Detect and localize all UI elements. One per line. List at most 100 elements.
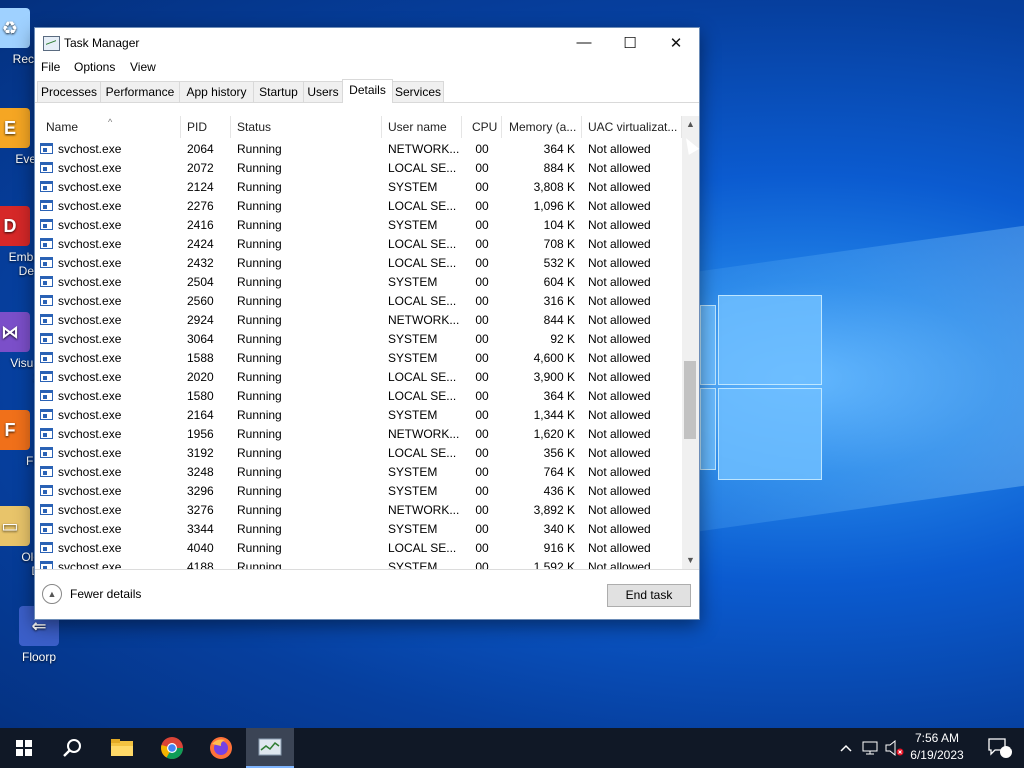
cell-name: svchost.exe — [58, 427, 122, 441]
tab-processes[interactable]: Processes — [37, 81, 101, 102]
vertical-scrollbar[interactable]: ▲ ▼ — [682, 116, 699, 569]
cell-memory: 364 K — [543, 142, 575, 156]
tab-details[interactable]: Details — [342, 79, 393, 103]
column-header-status[interactable]: Status — [231, 116, 382, 138]
cell-pid: 2924 — [187, 313, 214, 327]
table-row[interactable]: svchost.exe 2424 Running LOCAL SE... 00 708 K… — [35, 235, 683, 254]
table-row[interactable]: svchost.exe 2124 Running SYSTEM 00 3,808 K Not… — [35, 178, 683, 197]
chrome-button[interactable] — [148, 728, 196, 768]
cell-uac-virtualization: Not allowed — [588, 541, 651, 555]
menu-view[interactable]: View — [130, 60, 156, 74]
process-icon — [40, 504, 53, 515]
table-row[interactable]: svchost.exe 3344 Running SYSTEM 00 340 K Not a… — [35, 520, 683, 539]
table-row[interactable]: svchost.exe 2560 Running LOCAL SE... 00 316 K… — [35, 292, 683, 311]
process-icon — [40, 352, 53, 363]
process-icon — [40, 143, 53, 154]
cell-cpu: 00 — [475, 199, 489, 213]
cell-user-name: NETWORK... — [388, 427, 460, 441]
column-header-memory[interactable]: Memory (a... — [502, 116, 582, 138]
cell-status: Running — [237, 313, 282, 327]
action-center-button[interactable]: 2 — [976, 728, 1024, 768]
table-row[interactable]: svchost.exe 3248 Running SYSTEM 00 764 K Not a… — [35, 463, 683, 482]
table-row[interactable]: svchost.exe 2924 Running NETWORK... 00 844 K N… — [35, 311, 683, 330]
column-header-user-name[interactable]: User name — [382, 116, 462, 138]
table-row[interactable]: svchost.exe 4188 Running SYSTEM 00 1,592 K Not… — [35, 558, 683, 570]
table-row[interactable]: svchost.exe 2416 Running SYSTEM 00 104 K Not a… — [35, 216, 683, 235]
cell-cpu: 00 — [475, 541, 489, 555]
show-hidden-icons-button[interactable] — [836, 728, 856, 768]
cell-user-name: LOCAL SE... — [388, 161, 457, 175]
column-header-uac-virtualization[interactable]: UAC virtualizat... — [582, 116, 682, 138]
column-header-pid[interactable]: PID — [181, 116, 231, 138]
table-row[interactable]: svchost.exe 1588 Running SYSTEM 00 4,600 K Not… — [35, 349, 683, 368]
cell-user-name: LOCAL SE... — [388, 389, 457, 403]
table-row[interactable]: svchost.exe 3296 Running SYSTEM 00 436 K Not a… — [35, 482, 683, 501]
cell-user-name: SYSTEM — [388, 351, 438, 365]
tab-services[interactable]: Services — [392, 81, 444, 102]
scrollbar-thumb[interactable] — [684, 361, 696, 439]
cell-cpu: 00 — [475, 370, 489, 384]
fewer-details-button[interactable]: ▲ Fewer details — [42, 583, 141, 605]
column-header-name[interactable]: ^ Name — [40, 116, 181, 138]
column-header-cpu[interactable]: CPU — [462, 116, 502, 138]
table-row[interactable]: svchost.exe 2064 Running NETWORK... 00 364 K N… — [35, 140, 683, 159]
table-row[interactable]: svchost.exe 3276 Running NETWORK... 00 3,892 … — [35, 501, 683, 520]
menu-file[interactable]: File — [41, 60, 60, 74]
clock[interactable]: 7:56 AM 6/19/2023 — [906, 730, 968, 764]
cell-memory: 1,344 K — [533, 408, 575, 422]
cell-cpu: 00 — [475, 351, 489, 365]
cell-name: svchost.exe — [58, 560, 122, 570]
firefox-button[interactable] — [197, 728, 245, 768]
volume-muted-icon — [885, 740, 904, 756]
volume-tray-button[interactable] — [882, 728, 906, 768]
cell-uac-virtualization: Not allowed — [588, 180, 651, 194]
table-row[interactable]: svchost.exe 2432 Running LOCAL SE... 00 532 K… — [35, 254, 683, 273]
cell-status: Running — [237, 465, 282, 479]
task-manager-icon — [258, 738, 282, 756]
table-row[interactable]: svchost.exe 3192 Running LOCAL SE... 00 356 K… — [35, 444, 683, 463]
cell-uac-virtualization: Not allowed — [588, 484, 651, 498]
scroll-down-icon[interactable]: ▼ — [682, 552, 699, 569]
table-row[interactable]: svchost.exe 2504 Running SYSTEM 00 604 K Not a… — [35, 273, 683, 292]
close-button[interactable]: ✕ — [653, 28, 699, 57]
cell-name: svchost.exe — [58, 465, 122, 479]
table-row[interactable]: svchost.exe 2276 Running LOCAL SE... 00 1,096… — [35, 197, 683, 216]
table-row[interactable]: svchost.exe 3064 Running SYSTEM 00 92 K Not al… — [35, 330, 683, 349]
tab-startup[interactable]: Startup — [253, 81, 304, 102]
cell-status: Running — [237, 237, 282, 251]
table-row[interactable]: svchost.exe 1580 Running LOCAL SE... 00 364 K… — [35, 387, 683, 406]
process-icon — [40, 428, 53, 439]
search-button[interactable] — [48, 728, 96, 768]
tab-users[interactable]: Users — [303, 81, 343, 102]
windows-logo-pane — [700, 305, 716, 385]
tab-performance[interactable]: Performance — [100, 81, 180, 102]
clock-time: 7:56 AM — [914, 731, 960, 745]
cell-status: Running — [237, 408, 282, 422]
cell-name: svchost.exe — [58, 484, 122, 498]
minimize-button[interactable]: — — [561, 28, 607, 57]
title-bar[interactable]: Task Manager — ☐ ✕ — [35, 28, 699, 57]
file-explorer-button[interactable] — [98, 728, 146, 768]
menu-options[interactable]: Options — [74, 60, 115, 74]
chrome-icon — [161, 737, 183, 759]
end-task-button[interactable]: End task — [607, 584, 691, 607]
table-row[interactable]: svchost.exe 2072 Running LOCAL SE... 00 884 K… — [35, 159, 683, 178]
network-tray-button[interactable] — [859, 728, 881, 768]
table-row[interactable]: svchost.exe 2020 Running LOCAL SE... 00 3,900… — [35, 368, 683, 387]
task-manager-taskbar-button[interactable] — [246, 728, 294, 768]
table-row[interactable]: svchost.exe 2164 Running SYSTEM 00 1,344 K Not… — [35, 406, 683, 425]
table-row[interactable]: svchost.exe 4040 Running LOCAL SE... 00 916 K… — [35, 539, 683, 558]
start-button[interactable] — [0, 728, 48, 768]
scroll-up-icon[interactable]: ▲ — [682, 116, 699, 133]
file-explorer-icon — [111, 739, 133, 756]
table-row[interactable]: svchost.exe 1956 Running NETWORK... 00 1,620 … — [35, 425, 683, 444]
chevron-up-icon — [840, 744, 852, 752]
tab-app-history[interactable]: App history — [179, 81, 254, 102]
desktop-shortcut-icon: F — [0, 410, 30, 450]
maximize-button[interactable]: ☐ — [607, 28, 653, 57]
cell-pid: 2064 — [187, 142, 214, 156]
cell-memory: 340 K — [543, 522, 575, 536]
clock-date: 6/19/2023 — [910, 748, 964, 762]
task-manager-icon — [43, 36, 60, 51]
table-header: ^ Name PID Status User name CPU Memory (… — [35, 116, 683, 138]
